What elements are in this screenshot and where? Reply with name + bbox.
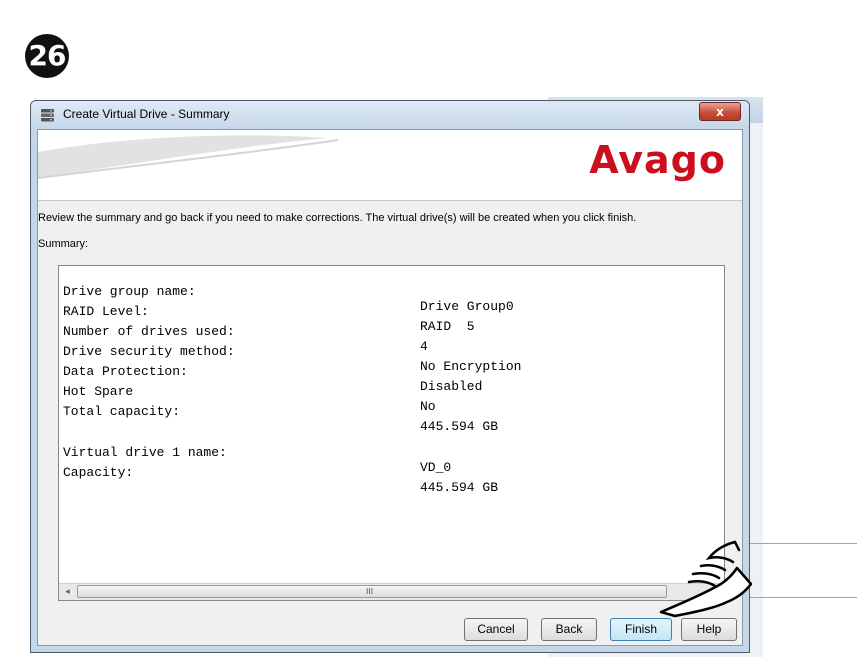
summary-value: 445.594 GB bbox=[420, 480, 499, 495]
finish-button[interactable]: Finish bbox=[610, 618, 672, 641]
cancel-button[interactable]: Cancel bbox=[464, 618, 528, 641]
scroll-left-arrow-icon[interactable]: ◂ bbox=[59, 584, 76, 600]
pointing-hand-icon bbox=[659, 540, 753, 618]
summary-row: Drive security method: No Encryption bbox=[63, 329, 663, 374]
summary-row: Total capacity: 445.594 GB bbox=[63, 389, 663, 434]
summary-label: Summary: bbox=[38, 238, 89, 250]
summary-key: Total capacity: bbox=[63, 404, 181, 419]
header-banner: Avago bbox=[38, 130, 742, 201]
dialog-client-area: Avago Review the summary and go back if … bbox=[37, 129, 743, 646]
summary-row: Capacity: 445.594 GB bbox=[63, 450, 663, 495]
scrollbar-thumb[interactable]: III bbox=[77, 585, 667, 598]
avago-logo: Avago bbox=[589, 138, 726, 182]
scrollbar-grip: III bbox=[366, 587, 374, 596]
summary-row: Virtual drive 1 name: VD_0 bbox=[63, 430, 663, 475]
dialog-title: Create Virtual Drive - Summary bbox=[63, 107, 230, 121]
instruction-text: Review the summary and go back if you ne… bbox=[38, 212, 637, 224]
step-number-badge: 26 bbox=[25, 34, 69, 78]
close-button[interactable]: x bbox=[699, 102, 741, 121]
summary-row: Data Protection: Disabled bbox=[63, 349, 663, 394]
background-divider bbox=[750, 597, 857, 598]
summary-row: Number of drives used: 4 bbox=[63, 309, 663, 354]
summary-row: Hot Spare No bbox=[63, 369, 663, 414]
summary-key: Capacity: bbox=[63, 465, 134, 480]
summary-row: RAID Level: RAID 5 bbox=[63, 289, 663, 334]
back-button[interactable]: Back bbox=[541, 618, 597, 641]
dialog-titlebar[interactable]: Create Virtual Drive - Summary x bbox=[31, 101, 749, 129]
create-virtual-drive-dialog: Create Virtual Drive - Summary x Avago R… bbox=[30, 100, 750, 653]
database-icon bbox=[41, 109, 54, 122]
horizontal-scrollbar[interactable]: ◂ III ▸ bbox=[59, 583, 724, 600]
summary-row: Drive group name: Drive Group0 bbox=[63, 269, 663, 314]
background-divider bbox=[750, 543, 857, 544]
help-button[interactable]: Help bbox=[681, 618, 737, 641]
summary-text-area[interactable]: Drive group name: Drive Group0 RAID Leve… bbox=[58, 265, 725, 601]
